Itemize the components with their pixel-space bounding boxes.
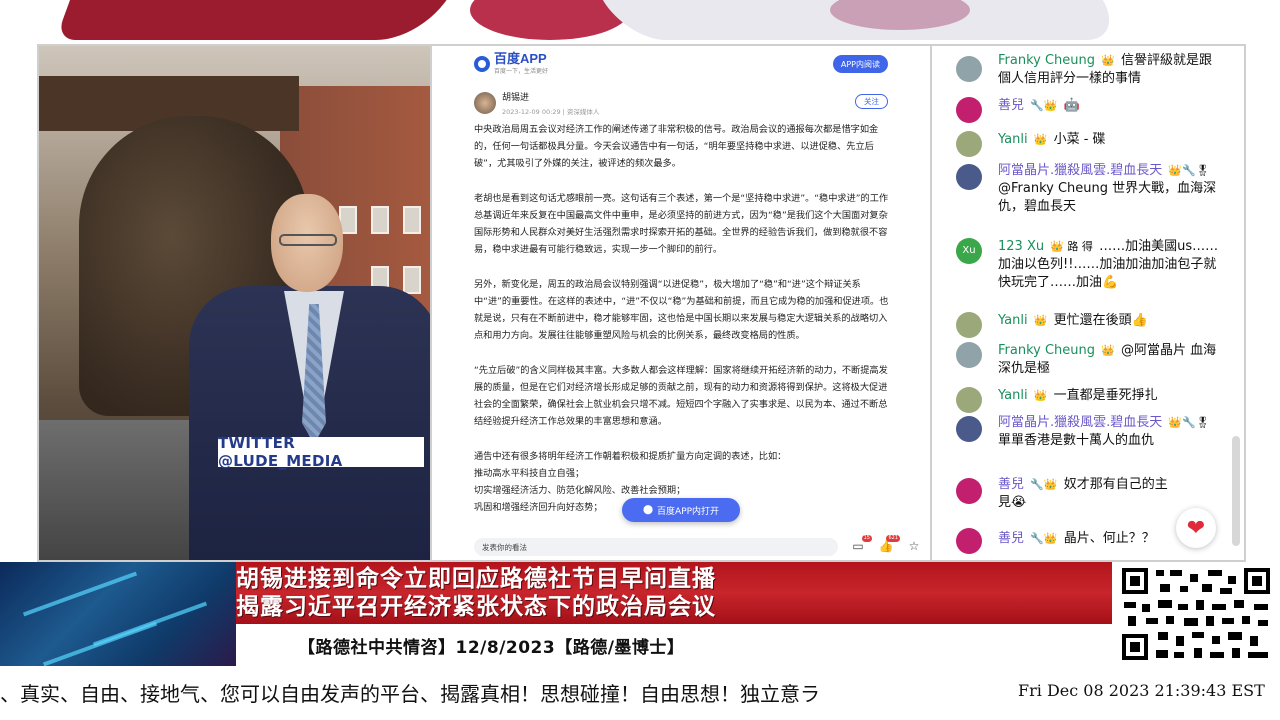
chat-message: Franky Cheung 👑 信譽評級就是跟個人信用評分一樣的事情	[932, 52, 1232, 92]
chat-message: 善兒 🔧👑 🤖	[932, 97, 1232, 123]
member-badge-icon: 👑🔧🎖	[1168, 416, 1210, 429]
chat-avatar[interactable]	[956, 97, 982, 123]
twitter-handle-overlay: TWITTER @LUDE_MEDIA	[218, 434, 424, 470]
baidu-paw-icon: ⬤	[642, 505, 654, 515]
chat-avatar[interactable]	[956, 416, 982, 442]
chat-author-name[interactable]: 善兒	[998, 98, 1024, 113]
chat-author-name[interactable]: Franky Cheung	[998, 343, 1095, 358]
headline-line-1: 胡锡进接到命令立即回应路德社节目早间直播	[236, 566, 716, 592]
top-decorative-band	[0, 0, 1280, 40]
chat-avatar[interactable]	[956, 164, 982, 190]
author-meta: 2023-12-09 00:29 | 资深媒体人	[502, 108, 600, 116]
member-badge-icon: 👑	[1033, 389, 1048, 402]
chat-message-text: 🤖	[1063, 98, 1080, 113]
chat-author-name[interactable]: 阿當晶片.獵殺風雲.碧血長天	[998, 415, 1162, 430]
member-badge-icon: 👑	[1033, 133, 1048, 146]
author-block: 胡锡进 2023-12-09 00:29 | 资深媒体人	[474, 90, 599, 116]
moderator-badge-icon: 👑	[1101, 344, 1115, 357]
comment-count-badge: 15	[861, 535, 872, 542]
chat-message: Xu 123 Xu 👑 路 得 ……加油美國us……加油以色列!!……加油加油加…	[932, 238, 1232, 302]
chat-message: 阿當晶片.獵殺風雲.碧血長天 👑🔧🎖 單單香港是數十萬人的血仇	[932, 414, 1232, 470]
app-name: 百度APP	[494, 51, 547, 66]
glasses-icon	[279, 234, 337, 246]
studio-graphic	[0, 562, 236, 666]
article-list-item: 切实增强经济活力、防范化解风险、改善社会预期；	[474, 485, 686, 497]
comment-icon[interactable]: ▭ 15	[850, 535, 872, 554]
chat-avatar[interactable]	[956, 528, 982, 554]
chat-avatar[interactable]	[956, 312, 982, 338]
star-icon[interactable]: ☆	[906, 538, 922, 554]
member-badge-icon: 🔧👑	[1030, 532, 1058, 545]
host-video-feed	[37, 44, 432, 562]
chat-message-text: @Franky Cheung 世界大戰，血海深仇，碧血長天	[998, 181, 1217, 214]
chat-message-text: 單單香港是數十萬人的血仇	[998, 433, 1155, 448]
chat-avatar[interactable]	[956, 387, 982, 413]
like-count-badge: 621	[886, 535, 900, 542]
baidu-paw-icon	[474, 56, 490, 72]
heart-reaction-button[interactable]: ❤	[1176, 508, 1216, 548]
broadcast-clock: Fri Dec 08 2023 21:39:43 EST	[1018, 681, 1265, 700]
chat-author-name[interactable]: 123 Xu	[998, 239, 1044, 254]
chat-message-text: 小菜 - 碟	[1053, 132, 1106, 147]
like-icon[interactable]: 👍 621	[878, 535, 900, 554]
article-body: 中央政治局周五会议对经济工作的阐述传递了非常积极的信号。政治局会议的通报每次都是…	[474, 121, 890, 517]
chat-avatar[interactable]	[956, 56, 982, 82]
comment-input[interactable]: 发表你的看法	[474, 538, 838, 556]
qr-code-icon	[1116, 564, 1276, 664]
chat-avatar[interactable]	[956, 131, 982, 157]
baidu-article-panel: 百度APP 百度一下，生活更好 APP内阅读 胡锡进 2023-12-09 00…	[432, 44, 930, 562]
article-paragraph: 另外，新变化是，周五的政治局会议特别强调“以进促稳”，极大增加了“稳”和“进”这…	[474, 278, 889, 342]
chat-avatar[interactable]	[956, 342, 982, 368]
chat-message: 阿當晶片.獵殺風雲.碧血長天 👑🔧🎖 @Franky Cheung 世界大戰，血海…	[932, 162, 1232, 234]
app-slogan: 百度一下，生活更好	[494, 68, 549, 75]
chat-scrollbar[interactable]	[1232, 436, 1240, 546]
article-list-item: 推动高水平科技自立自强；	[474, 468, 585, 479]
chat-author-name[interactable]: 阿當晶片.獵殺風雲.碧血長天	[998, 163, 1162, 178]
chat-avatar[interactable]: Xu	[956, 238, 982, 264]
article-app-bar: 百度APP 百度一下，生活更好 APP内阅读	[432, 46, 930, 82]
heart-icon: ❤	[1186, 515, 1206, 541]
open-in-app-button[interactable]: APP内阅读	[832, 55, 888, 73]
open-in-baidu-app-button[interactable]: ⬤ 百度APP内打开	[622, 498, 740, 522]
open-in-baidu-app-label: 百度APP内打开	[657, 506, 720, 517]
author-avatar[interactable]	[474, 92, 496, 114]
chat-message: Yanli 👑 更忙還在後頭👍	[932, 312, 1232, 338]
chat-message: Franky Cheung 👑 @阿當晶片 血海深仇是極	[932, 342, 1232, 382]
article-paragraph: 中央政治局周五会议对经济工作的阐述传递了非常积极的信号。政治局会议的通报每次都是…	[474, 124, 879, 170]
member-badge-icon: 👑 路 得	[1050, 240, 1093, 253]
ticker-scroll-text: 、真实、自由、接地气、您可以自由发声的平台、揭露真相！思想碰撞！自由思想！独立意…	[0, 682, 820, 706]
chat-message-text: 一直都是垂死掙扎	[1053, 388, 1158, 403]
author-name[interactable]: 胡锡进	[502, 90, 599, 103]
chat-message: Yanli 👑 一直都是垂死掙扎	[932, 387, 1232, 413]
chat-message-text: 晶片、何止？？	[1063, 531, 1155, 546]
article-list-intro: 通告中还有很多将明年经济工作朝着积极和提质扩量方向定调的表述，比如：	[474, 450, 787, 462]
follow-button[interactable]: 关注	[855, 94, 888, 109]
member-badge-icon: 👑🔧🎖	[1168, 164, 1210, 177]
chat-author-name[interactable]: 善兒	[998, 477, 1024, 492]
chat-author-name[interactable]: 善兒	[998, 531, 1024, 546]
member-badge-icon: 🔧👑	[1030, 99, 1058, 112]
moderator-badge-icon: 👑	[1101, 54, 1115, 67]
chat-message: Yanli 👑 小菜 - 碟	[932, 131, 1232, 157]
stream-frame: TWITTER @LUDE_MEDIA 百度APP 百度一下，生活更好 APP内…	[0, 0, 1280, 720]
member-badge-icon: 🔧👑	[1030, 478, 1058, 491]
member-badge-icon: 👑	[1033, 314, 1048, 327]
chat-author-name[interactable]: Yanli	[998, 313, 1028, 328]
chat-author-name[interactable]: Yanli	[998, 388, 1028, 403]
qr-code	[1112, 562, 1280, 666]
chat-author-name[interactable]: Franky Cheung	[998, 53, 1095, 68]
chat-message-text: 更忙還在後頭👍	[1053, 313, 1148, 328]
article-paragraph: “先立后破”的含义同样极其丰富。大多数人都会这样理解：国家将继续开拓经济新的动力…	[474, 364, 888, 428]
live-chat-panel: Franky Cheung 👑 信譽評級就是跟個人信用評分一樣的事情 善兒 🔧👑…	[930, 44, 1246, 562]
article-paragraph: 老胡也是看到这句话尤感眼前一亮。这句话有三个表述，第一个是“坚持稳中求进”。“稳…	[474, 192, 889, 256]
program-subtitle: 【路德社中共情咨】12/8/2023【路德/墨博士】	[236, 624, 1112, 666]
lower-third-banner: 胡锡进接到命令立即回应路德社节目早间直播 揭露习近平召开经济紧张状态下的政治局会…	[0, 562, 1280, 666]
chat-avatar[interactable]	[956, 478, 982, 504]
chat-message-text: 奴才那有自己的主見😭	[998, 477, 1168, 510]
chat-author-name[interactable]: Yanli	[998, 132, 1028, 147]
headline-line-2: 揭露习近平召开经济紧张状态下的政治局会议	[236, 594, 716, 620]
news-ticker: 、真实、自由、接地气、您可以自由发声的平台、揭露真相！思想碰撞！自由思想！独立意…	[0, 666, 1280, 720]
